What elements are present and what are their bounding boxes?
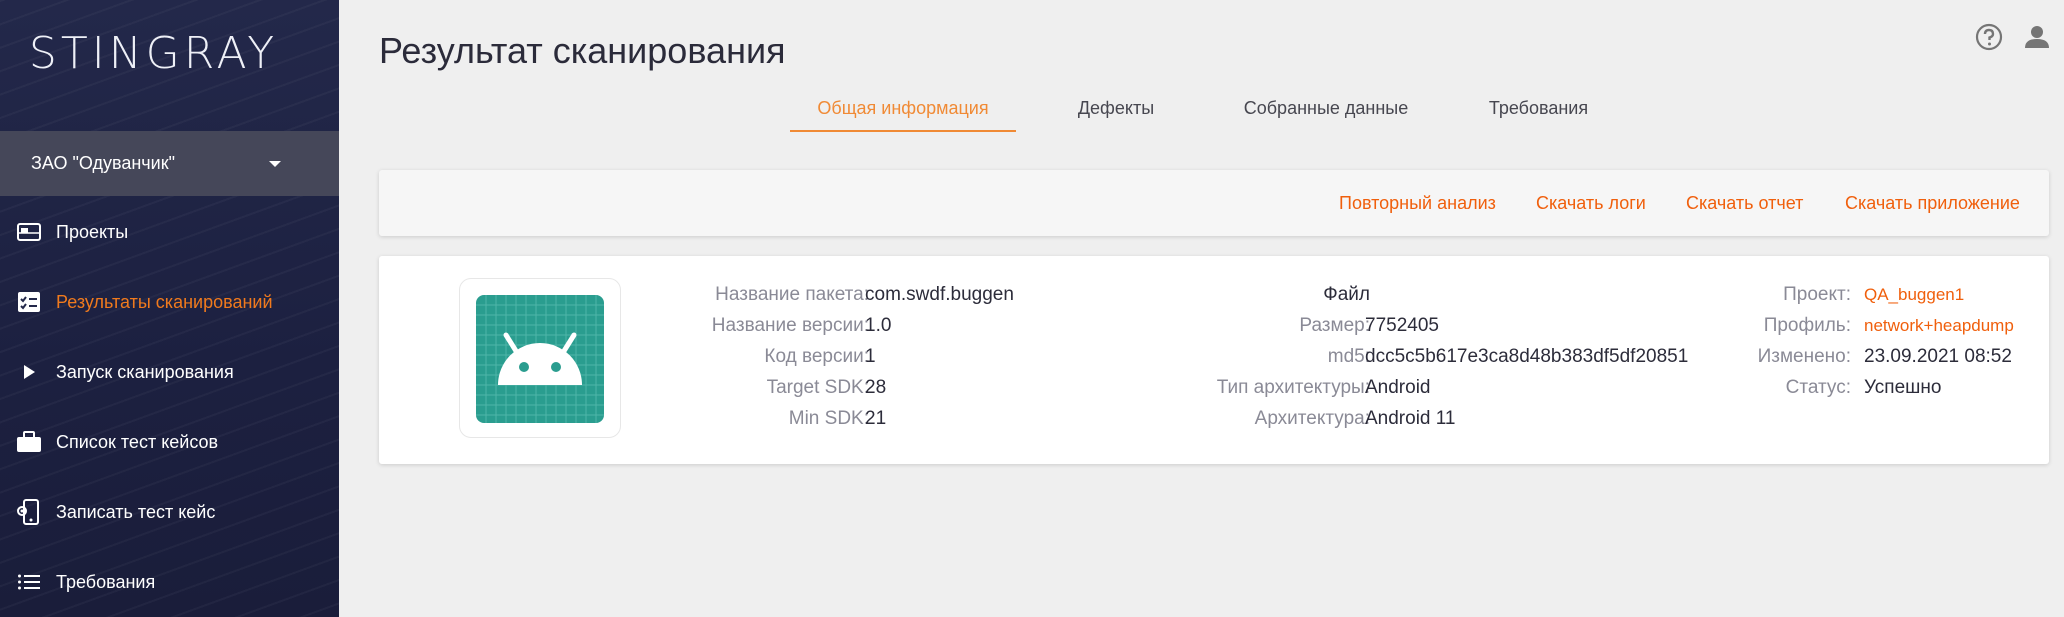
user-icon[interactable] [2022,22,2052,52]
tab-bar: Общая информация Дефекты Собранные данны… [0,84,2064,134]
min-sdk-value: 21 [865,408,887,429]
page-title: Результат сканирования [379,30,786,71]
download-logs-button[interactable]: Скачать логи [1536,170,1646,236]
briefcase-icon [16,429,42,455]
tab-requirements[interactable]: Требования [1456,84,1621,132]
brand-logo[interactable]: STINGRAY [0,28,307,79]
profile-link[interactable]: network+heapdump [1864,316,2014,336]
sidebar-item-requirements[interactable]: Требования [0,557,339,607]
package-name-value: com.swdf.buggen [865,284,1014,305]
md5-value: dcc5c5b617e3ca8d48b383df5df20851 [1365,346,1689,367]
sidebar-item-label: Проекты [56,221,129,242]
list-icon [16,569,42,595]
sidebar-item-start-scan[interactable]: Запуск сканирования [0,347,339,397]
sidebar-item-label: Требования [56,571,156,592]
arch-label: Архитектура: [1254,408,1370,429]
modified-value: 23.09.2021 08:52 [1864,346,2012,367]
sidebar-item-record-test-case[interactable]: Записать тест кейс [0,487,339,537]
android-app-icon [476,295,604,423]
min-sdk-label: Min SDK: [788,408,869,429]
projects-icon [16,219,42,245]
arch-type-value: Android [1365,377,1431,398]
sidebar-item-label: Запуск сканирования [56,361,234,382]
target-sdk-value: 28 [865,377,887,398]
sidebar-item-scan-results[interactable]: Результаты сканирований [0,277,339,327]
phone-record-icon [16,499,42,525]
tab-collected-data[interactable]: Собранные данные [1216,84,1436,132]
arch-type-label: Тип архитектуры: [1216,377,1370,398]
size-label: Размер: [1299,315,1370,336]
sidebar-item-projects[interactable]: Проекты [0,207,339,257]
caret-down-icon [269,160,281,167]
size-value: 7752405 [1365,315,1439,336]
profile-label: Профиль: [1763,315,1851,336]
sidebar-item-label: Результаты сканирований [56,291,273,312]
app-icon-frame [459,278,621,438]
scan-results-icon [16,289,42,315]
organization-selector[interactable]: ЗАО "Одуванчик" [0,131,339,196]
sidebar-item-label: Список тест кейсов [56,431,219,452]
package-name-label: Название пакета: [715,284,869,305]
target-sdk-label: Target SDK: [766,377,869,398]
modified-label: Изменено: [1757,346,1851,367]
reanalyze-button[interactable]: Повторный анализ [1339,170,1496,236]
status-value: Успешно [1864,377,1942,398]
version-code-value: 1 [865,346,876,367]
version-name-label: Название версии: [711,315,869,336]
organization-name: ЗАО "Одуванчик" [31,153,175,173]
download-report-button[interactable]: Скачать отчет [1686,170,1803,236]
scan-info-card: Название пакета: com.swdf.buggen Названи… [379,256,2049,464]
active-tab-indicator [790,130,1016,132]
file-heading: Файл [1323,284,1370,305]
help-icon[interactable] [1974,22,2004,52]
version-code-label: Код версии: [764,346,869,367]
actions-bar: Повторный анализ Скачать логи Скачать от… [379,170,2049,236]
sidebar-item-test-cases[interactable]: Список тест кейсов [0,417,339,467]
play-icon [16,359,42,385]
tab-defects[interactable]: Дефекты [1036,84,1196,132]
arch-value: Android 11 [1365,408,1456,429]
sidebar-item-label: Записать тест кейс [56,501,216,522]
md5-label: md5: [1327,346,1370,367]
project-link[interactable]: QA_buggen1 [1864,285,1964,305]
download-app-button[interactable]: Скачать приложение [1845,170,2020,236]
project-label: Проект: [1783,284,1851,305]
tab-general-info[interactable]: Общая информация [790,84,1016,132]
status-label: Статус: [1785,377,1851,398]
version-name-value: 1.0 [865,315,892,336]
